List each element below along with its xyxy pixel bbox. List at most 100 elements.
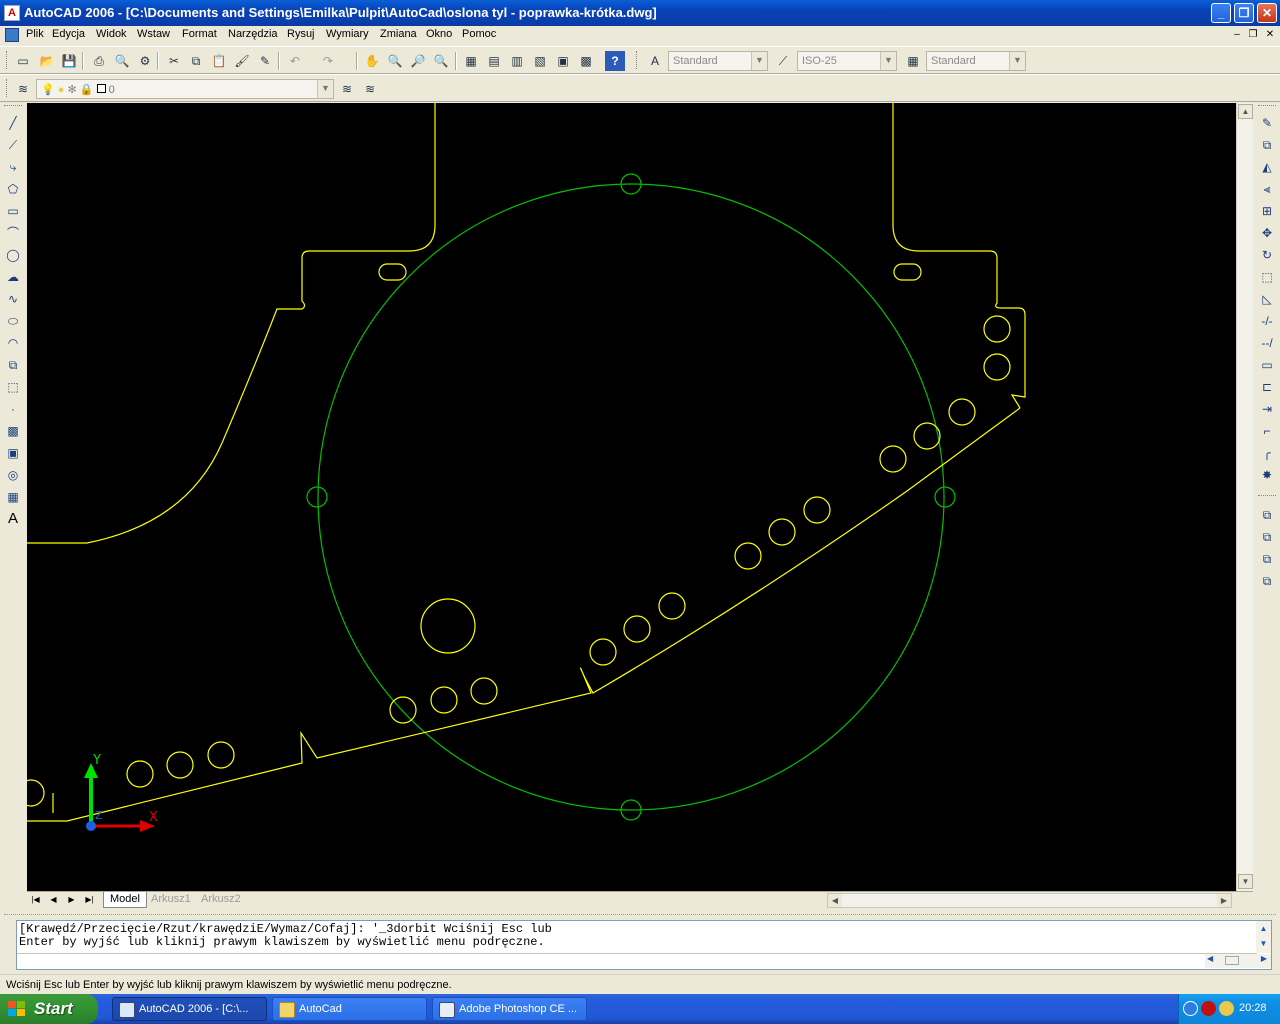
- draw-order-back-icon[interactable]: ⧉: [1257, 527, 1277, 547]
- scroll-right-icon[interactable]: ▶: [1217, 894, 1231, 907]
- design-center-icon[interactable]: ▤: [484, 51, 504, 71]
- cut-icon[interactable]: ✂: [164, 51, 184, 71]
- ellipse-icon[interactable]: ⬭: [3, 311, 23, 331]
- region-icon[interactable]: ◎: [3, 465, 23, 485]
- circle-icon[interactable]: ◯: [3, 245, 23, 265]
- menu-widok[interactable]: Widok: [96, 28, 127, 40]
- draw-order-front-icon[interactable]: ⧉: [1257, 505, 1277, 525]
- doc-close-button[interactable]: ✕: [1263, 28, 1277, 42]
- scroll-down-icon[interactable]: ▼: [1257, 937, 1270, 950]
- calculator-icon[interactable]: ▩: [576, 51, 596, 71]
- task-autocad[interactable]: AutoCAD 2006 - [C:\...: [112, 997, 267, 1021]
- point-icon[interactable]: ·: [3, 399, 23, 419]
- table-style-icon[interactable]: ▦: [903, 51, 923, 71]
- tab-next-icon[interactable]: ▶: [64, 893, 79, 907]
- rectangle-icon[interactable]: ▭: [3, 201, 23, 221]
- text-style-select[interactable]: Standard ▼: [668, 51, 768, 71]
- tray-chevron-icon[interactable]: [1183, 1001, 1198, 1016]
- zoom-realtime-icon[interactable]: 🔍: [385, 51, 405, 71]
- markup-icon[interactable]: ▣: [553, 51, 573, 71]
- redo-icon[interactable]: ↷: [318, 51, 338, 71]
- sheet-set-icon[interactable]: ▧: [530, 51, 550, 71]
- extend-icon[interactable]: --/: [1257, 333, 1277, 353]
- properties-icon[interactable]: ▦: [461, 51, 481, 71]
- mirror-icon[interactable]: ◭: [1257, 157, 1277, 177]
- paste-icon[interactable]: 📋: [209, 51, 229, 71]
- messenger-icon[interactable]: [1219, 1001, 1234, 1016]
- command-scrollbar[interactable]: ▲ ▼: [1256, 921, 1271, 953]
- revision-cloud-icon[interactable]: ☁: [3, 267, 23, 287]
- tab-prev-icon[interactable]: ◀: [46, 893, 61, 907]
- task-photoshop[interactable]: Adobe Photoshop CE ...: [432, 997, 587, 1021]
- tab-arkusz1[interactable]: Arkusz1: [145, 892, 197, 908]
- trim-icon[interactable]: -/-: [1257, 311, 1277, 331]
- toolbar-grip[interactable]: [636, 51, 639, 69]
- undo-icon[interactable]: ↶: [285, 51, 305, 71]
- ellipse-arc-icon[interactable]: ◠: [3, 333, 23, 353]
- make-object-layer-current-icon[interactable]: ≋: [337, 79, 357, 99]
- print-icon[interactable]: ⎙: [89, 51, 109, 71]
- save-icon[interactable]: 💾: [59, 51, 79, 71]
- scroll-down-icon[interactable]: ▼: [1238, 874, 1253, 889]
- chamfer-icon[interactable]: ⌐: [1257, 421, 1277, 441]
- erase-icon[interactable]: ✎: [1257, 113, 1277, 133]
- hatch-icon[interactable]: ▩: [3, 421, 23, 441]
- scroll-up-icon[interactable]: ▲: [1257, 922, 1270, 935]
- scroll-left-icon[interactable]: ◀: [1207, 954, 1213, 963]
- menu-format[interactable]: Format: [182, 28, 217, 40]
- send-under-icon[interactable]: ⧉: [1257, 571, 1277, 591]
- break-icon[interactable]: ⊏: [1257, 377, 1277, 397]
- copy-icon[interactable]: ⧉: [186, 51, 206, 71]
- scroll-left-icon[interactable]: ◀: [828, 894, 842, 907]
- tool-palettes-icon[interactable]: ▥: [507, 51, 527, 71]
- rotate-icon[interactable]: ↻: [1257, 245, 1277, 265]
- dim-style-select[interactable]: ISO-25 ▼: [797, 51, 897, 71]
- toolbar-grip[interactable]: [6, 51, 9, 69]
- explode-icon[interactable]: ✸: [1257, 465, 1277, 485]
- multiline-text-icon[interactable]: A: [3, 509, 23, 529]
- table-icon[interactable]: ▦: [3, 487, 23, 507]
- menu-rysuj[interactable]: Rysuj: [287, 28, 315, 40]
- open-file-icon[interactable]: 📂: [37, 51, 57, 71]
- tab-first-icon[interactable]: |◀: [28, 893, 43, 907]
- spline-icon[interactable]: ∿: [3, 289, 23, 309]
- menu-zmiana[interactable]: Zmiana: [380, 28, 417, 40]
- antivirus-icon[interactable]: [1201, 1001, 1216, 1016]
- new-file-icon[interactable]: ▭: [13, 51, 33, 71]
- offset-icon[interactable]: ⫷: [1257, 179, 1277, 199]
- help-icon[interactable]: ?: [605, 51, 625, 71]
- toolbar-grip[interactable]: [6, 79, 9, 97]
- polygon-icon[interactable]: ⬠: [3, 179, 23, 199]
- array-icon[interactable]: ⊞: [1257, 201, 1277, 221]
- minimize-button[interactable]: _: [1211, 3, 1231, 23]
- pan-icon[interactable]: ✋: [362, 51, 382, 71]
- bring-above-icon[interactable]: ⧉: [1257, 549, 1277, 569]
- scale-icon[interactable]: ⬚: [1257, 267, 1277, 287]
- menu-plik[interactable]: Plik: [26, 28, 44, 40]
- move-icon[interactable]: ✥: [1257, 223, 1277, 243]
- menu-wstaw[interactable]: Wstaw: [137, 28, 170, 40]
- zoom-previous-icon[interactable]: 🔍: [431, 51, 451, 71]
- join-icon[interactable]: ⇥: [1257, 399, 1277, 419]
- tab-arkusz2[interactable]: Arkusz2: [195, 892, 247, 908]
- menu-okno[interactable]: Okno: [426, 28, 452, 40]
- make-block-icon[interactable]: ⬚: [3, 377, 23, 397]
- line-icon[interactable]: ╱: [3, 113, 23, 133]
- layer-previous-icon[interactable]: ≋: [360, 79, 380, 99]
- close-button[interactable]: ✕: [1257, 3, 1277, 23]
- tab-model[interactable]: Model: [103, 892, 147, 908]
- fillet-icon[interactable]: ╭: [1257, 443, 1277, 463]
- doc-minimize-button[interactable]: –: [1230, 28, 1244, 42]
- menu-narzedzia[interactable]: Narzędzia: [228, 28, 278, 40]
- doc-restore-button[interactable]: ❐: [1246, 28, 1260, 42]
- autocad-app-icon[interactable]: A: [4, 5, 20, 21]
- task-folder-autocad[interactable]: AutoCad: [272, 997, 427, 1021]
- tab-last-icon[interactable]: ▶|: [82, 893, 97, 907]
- layer-select[interactable]: 💡 ● ✻ 🔒 0 ▼: [36, 79, 334, 99]
- publish-icon[interactable]: ⚙: [135, 51, 155, 71]
- layer-manager-icon[interactable]: ≋: [13, 79, 33, 99]
- print-preview-icon[interactable]: 🔍: [112, 51, 132, 71]
- drawing-canvas[interactable]: Y X Z: [27, 103, 1236, 891]
- menu-pomoc[interactable]: Pomoc: [462, 28, 496, 40]
- restore-button[interactable]: ❐: [1234, 3, 1254, 23]
